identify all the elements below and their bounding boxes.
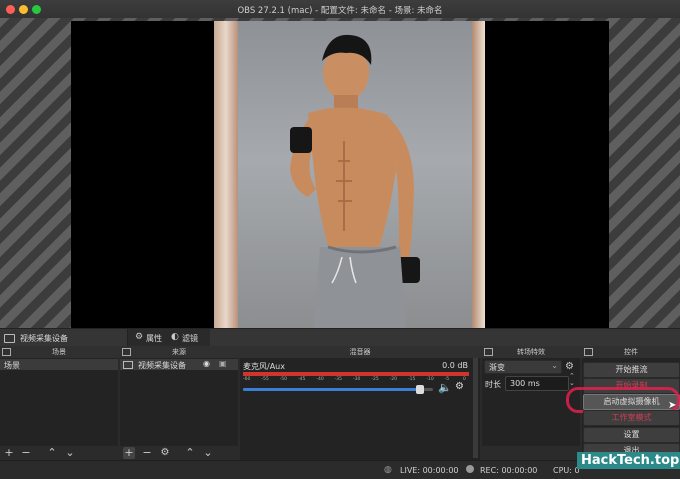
sources-dock-header: 来源 [120, 347, 238, 357]
video-capture-frame [238, 21, 472, 328]
gear-icon[interactable]: ⚙ [565, 361, 574, 372]
sources-dock-title: 来源 [172, 348, 186, 356]
move-down-button[interactable]: ⌄ [64, 447, 76, 459]
add-source-button[interactable]: + [123, 447, 135, 459]
sources-list[interactable]: 视频采集设备 ◉ ▣ [120, 358, 238, 446]
scenes-dock-title: 场景 [52, 348, 66, 356]
gear-icon[interactable]: ⚙ [159, 447, 171, 459]
meter-tick-label: -50 [279, 377, 288, 382]
controls-dock-header: 控件 [582, 347, 680, 357]
source-toolbar: 视频采集设备 ⚙ 属性 ◐ 滤镜 [0, 328, 680, 347]
letterbox-left [71, 21, 214, 328]
selected-source-label: 视频采集设备 [20, 334, 68, 343]
volume-slider-handle[interactable] [415, 385, 424, 394]
float-dock-icon[interactable] [122, 348, 131, 356]
start-streaming-button[interactable]: 开始推流 [583, 362, 680, 378]
mixer-level-readout: 0.0 dB [442, 361, 468, 370]
gear-icon[interactable]: ⚙ [455, 381, 464, 392]
source-name: 视频采集设备 [138, 361, 186, 370]
duration-value: 300 ms [510, 379, 540, 388]
lock-icon[interactable]: ▣ [219, 359, 227, 368]
transition-type: 渐变 [489, 363, 505, 372]
transition-select[interactable]: 渐变 ⌄ [484, 360, 562, 374]
studio-mode-button[interactable]: 工作室模式 [583, 410, 680, 426]
person-photo [290, 34, 420, 328]
add-scene-button[interactable]: + [3, 447, 15, 459]
float-dock-icon[interactable] [584, 348, 593, 356]
meter-tick-label: -10 [426, 377, 434, 382]
float-dock-icon[interactable] [484, 348, 493, 356]
volume-fill [243, 388, 420, 391]
meter-tick-label: -30 [353, 377, 361, 382]
scenes-toolbar: + − ⌃ ⌄ [0, 446, 118, 460]
frame-edge-right [472, 21, 485, 328]
meter-scale: -60 -55 -50 -45 -40 -35 -30 -25 -20 -15 -10 -5 0 [243, 377, 469, 383]
cpu-usage: CPU: 0 [553, 466, 580, 475]
meter-tick-label: -20 [389, 377, 398, 382]
mixer-channel-name: 麦克风/Aux [243, 362, 285, 371]
transitions-dock-title: 转场特效 [517, 348, 545, 356]
move-up-button[interactable]: ⌃ [184, 447, 196, 459]
filter-icon[interactable]: ◐ [171, 332, 179, 342]
transitions-dock-header: 转场特效 [482, 347, 580, 357]
live-time: LIVE: 00:00:00 [400, 466, 459, 475]
window-title: OBS 27.2.1 (mac) - 配置文件: 未命名 - 场景: 未命名 [237, 6, 443, 16]
controls-dock-title: 控件 [624, 348, 638, 356]
source-actions: ⚙ 属性 ◐ 滤镜 [127, 329, 210, 347]
remove-source-button[interactable]: − [141, 447, 153, 459]
settings-button[interactable]: 设置 [583, 427, 680, 443]
duration-label: 时长 [485, 380, 501, 389]
remove-scene-button[interactable]: − [20, 447, 32, 459]
duration-stepper[interactable]: ⌃ ⌄ [569, 373, 575, 387]
audio-mixer: 麦克风/Aux 0.0 dB -60 -55 -50 -45 -40 -35 -30 -25 -… [240, 358, 480, 460]
mixer-scrollbar[interactable] [473, 358, 478, 458]
mixer-dock-title: 混音器 [349, 348, 371, 356]
float-dock-icon[interactable] [2, 348, 11, 356]
sources-toolbar: + − ⚙ ⌃ ⌄ [120, 446, 238, 460]
duration-input[interactable]: 300 ms [505, 376, 569, 391]
meter-tick-label: -55 [261, 377, 269, 382]
list-item[interactable]: 视频采集设备 ◉ ▣ [120, 359, 238, 370]
rec-time: REC: 00:00:00 [480, 466, 538, 475]
chevron-down-icon: ⌄ [551, 361, 558, 370]
rec-icon [466, 465, 474, 473]
move-up-button[interactable]: ⌃ [46, 447, 58, 459]
letterbox-right [485, 21, 609, 328]
audio-meter [243, 372, 469, 376]
scenes-dock-header: 场景 [0, 347, 118, 357]
camera-icon [4, 334, 15, 343]
move-down-button[interactable]: ⌄ [202, 447, 214, 459]
mouse-cursor: ➤ [668, 400, 677, 411]
properties-button[interactable]: 属性 [146, 333, 162, 344]
meter-tick-label: -40 [316, 377, 324, 382]
list-item[interactable]: 场景 [0, 359, 118, 370]
preview-canvas[interactable] [71, 21, 609, 328]
meter-tick-label: -35 [334, 377, 343, 382]
dock-headers: 场景 来源 混音器 转场特效 控件 [0, 346, 680, 358]
scenes-list[interactable]: 场景 [0, 358, 118, 446]
scene-name: 场景 [4, 361, 20, 370]
mixer-dock-header: 混音器 [240, 347, 480, 357]
meter-tick-label: -15 [408, 377, 416, 382]
window-titlebar: OBS 27.2.1 (mac) - 配置文件: 未命名 - 场景: 未命名 [0, 0, 680, 19]
filters-button[interactable]: 滤镜 [182, 333, 198, 344]
eye-icon[interactable]: ◉ [203, 359, 210, 368]
frame-edge-left [214, 21, 238, 328]
preview-area[interactable] [0, 18, 680, 328]
meter-tick-label: -25 [371, 377, 379, 382]
meter-tick-label: -60 [243, 377, 251, 382]
meter-tick-label: -45 [298, 377, 306, 382]
volume-slider[interactable] [243, 385, 433, 394]
live-icon: ◍ [384, 465, 392, 475]
speaker-icon[interactable]: 🔈 [438, 381, 452, 394]
camera-icon [123, 361, 133, 369]
gear-icon[interactable]: ⚙ [135, 332, 143, 342]
watermark: HackTech.top [577, 452, 680, 469]
